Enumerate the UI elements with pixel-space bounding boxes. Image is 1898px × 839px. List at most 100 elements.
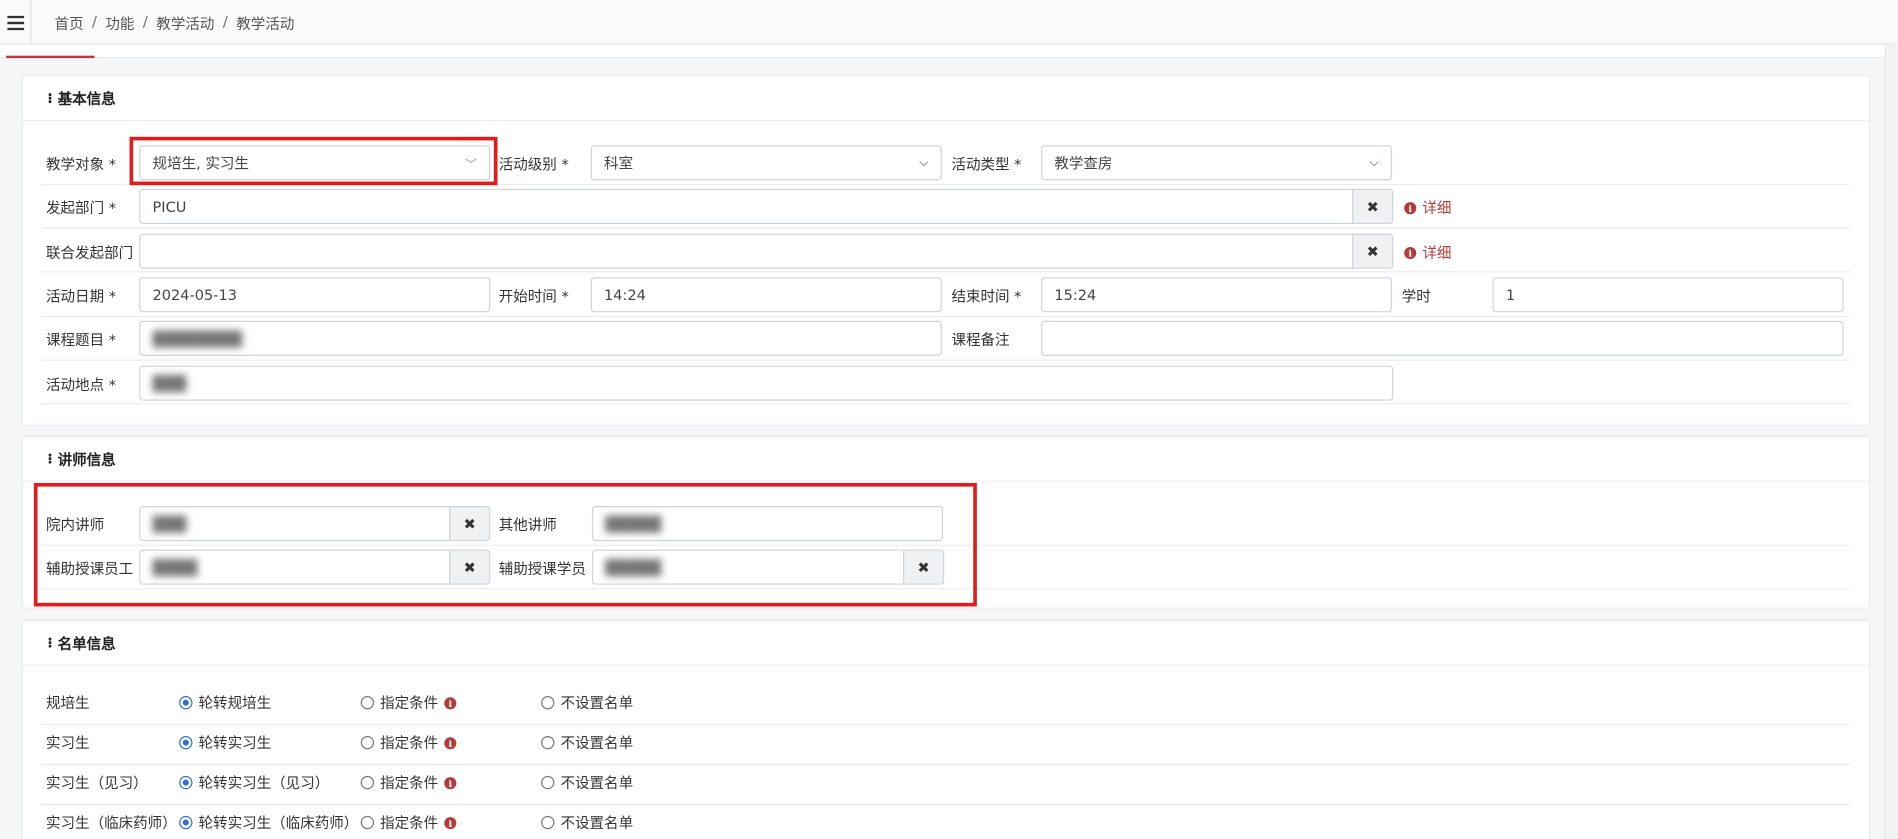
radio-unchecked-icon <box>541 735 555 750</box>
radio-unchecked-icon <box>360 815 375 830</box>
info-icon[interactable]: i <box>444 736 457 749</box>
row-divider <box>41 544 1850 546</box>
assist-student-value: █████ <box>605 558 662 576</box>
place-label: 活动地点 * <box>45 376 116 394</box>
radio-checked-icon <box>179 815 193 830</box>
other-lecturer-input[interactable]: █████ <box>591 505 943 542</box>
joint-dept-input[interactable] <box>139 233 1354 269</box>
dept-label: 发起部门 * <box>45 199 116 217</box>
chevron-down-icon: ⌵ <box>919 156 929 170</box>
other-lecturer-value: █████ <box>605 515 662 533</box>
row-divider <box>41 271 1850 273</box>
roster-rotate-label: 轮转实习生 <box>198 734 272 752</box>
roster-row-label: 实习生（见习） <box>45 774 148 792</box>
course-note-input[interactable] <box>1041 320 1844 356</box>
roster-rotate-radio[interactable]: 轮转实习生（见习） <box>179 772 329 793</box>
start-time-input[interactable]: 14:24 <box>590 277 942 313</box>
row-divider <box>41 403 1850 405</box>
assist-student-clear-button[interactable]: ✖ <box>903 549 945 585</box>
hours-input[interactable]: 1 <box>1492 277 1844 313</box>
active-tab-indicator <box>6 55 95 59</box>
roster-condition-radio[interactable]: 指定条件 i <box>360 772 457 793</box>
roster-none-radio[interactable]: 不设置名单 <box>541 812 633 833</box>
info-icon[interactable]: i <box>444 816 457 829</box>
level-select[interactable]: 科室 ⌵ <box>590 145 942 181</box>
tab-strip <box>0 44 1898 59</box>
roster-info-card: ⁝ 名单信息 <box>21 619 1871 839</box>
roster-row-label: 规培生 <box>45 694 90 712</box>
joint-dept-detail-label: 详细 <box>1422 244 1452 262</box>
teach-target-label: 教学对象 * <box>45 156 116 174</box>
menu-toggle-button[interactable] <box>0 0 32 45</box>
level-label: 活动级别 * <box>498 156 569 174</box>
assist-staff-clear-button[interactable]: ✖ <box>449 549 491 585</box>
roster-row-label: 实习生（临床药师） <box>45 814 177 832</box>
hours-label: 学时 <box>1401 288 1431 306</box>
breadcrumb-teaching[interactable]: 教学活动 <box>156 13 214 34</box>
end-time-input[interactable]: 15:24 <box>1041 277 1393 313</box>
assist-staff-label: 辅助授课员工 <box>45 560 134 578</box>
breadcrumb-current: 教学活动 <box>236 15 295 33</box>
radio-checked-icon <box>179 696 193 710</box>
info-icon: i <box>1404 246 1417 259</box>
close-icon: ✖ <box>1366 242 1379 260</box>
row-divider <box>41 588 1850 590</box>
dept-clear-button[interactable]: ✖ <box>1352 188 1394 224</box>
roster-rotate-radio[interactable]: 轮转实习生（临床药师） <box>179 812 358 833</box>
row-divider <box>41 227 1850 229</box>
roster-none-radio[interactable]: 不设置名单 <box>541 692 633 713</box>
level-value: 科室 <box>604 154 634 172</box>
radio-unchecked-icon <box>360 775 375 790</box>
close-icon: ✖ <box>463 558 476 576</box>
close-icon: ✖ <box>917 558 930 576</box>
info-icon[interactable]: i <box>444 696 457 709</box>
roster-rotate-label: 轮转实习生（见习） <box>198 774 330 792</box>
basic-info-header: ⁝ 基本信息 <box>22 76 1870 122</box>
inner-lecturer-input[interactable]: ███ <box>139 505 451 542</box>
lecturer-info-title: 讲师信息 <box>57 450 116 468</box>
joint-dept-label: 联合发起部门 <box>45 244 134 262</box>
roster-none-radio[interactable]: 不设置名单 <box>541 772 633 793</box>
row-divider <box>41 183 1850 186</box>
joint-dept-detail-link[interactable]: i 详细 <box>1404 242 1451 263</box>
course-label: 课程题目 * <box>45 331 116 349</box>
breadcrumb-function[interactable]: 功能 <box>105 13 134 34</box>
place-input[interactable]: ███ <box>139 365 1394 401</box>
roster-rotate-label: 轮转规培生 <box>198 694 272 712</box>
inner-lecturer-label: 院内讲师 <box>45 516 105 534</box>
roster-rotate-radio[interactable]: 轮转规培生 <box>179 692 271 713</box>
row-divider <box>41 803 1850 805</box>
roster-condition-radio[interactable]: 指定条件 i <box>360 732 457 753</box>
dept-detail-link[interactable]: i 详细 <box>1404 197 1451 218</box>
roster-rotate-radio[interactable]: 轮转实习生 <box>179 732 271 753</box>
roster-none-radio[interactable]: 不设置名单 <box>541 732 633 753</box>
assist-staff-input[interactable]: ████ <box>139 549 451 585</box>
scrollbar[interactable] <box>1884 44 1898 839</box>
radio-unchecked-icon <box>541 696 555 710</box>
date-input[interactable]: 2024-05-13 <box>139 277 491 313</box>
roster-condition-label: 指定条件 <box>380 814 439 832</box>
type-select[interactable]: 教学查房 ⌵ <box>1041 145 1393 181</box>
course-input[interactable]: ████████ <box>139 320 942 356</box>
assist-student-input[interactable]: █████ <box>591 549 905 585</box>
info-icon[interactable]: i <box>444 776 457 789</box>
section-marker-icon: ⁝ <box>47 89 53 107</box>
row-divider <box>41 763 1850 766</box>
inner-lecturer-clear-button[interactable]: ✖ <box>449 505 491 542</box>
teach-target-select[interactable]: 规培生, 实习生 ﹀ <box>139 145 491 181</box>
breadcrumb-separator: / <box>222 13 228 31</box>
roster-row-label: 实习生 <box>45 734 90 752</box>
dept-input[interactable]: PICU <box>139 188 1354 224</box>
roster-none-label: 不设置名单 <box>560 774 634 792</box>
section-marker-icon: ⁝ <box>47 634 53 652</box>
breadcrumb-home[interactable]: 首页 <box>54 13 83 34</box>
radio-unchecked-icon <box>360 696 375 710</box>
roster-none-label: 不设置名单 <box>560 734 634 752</box>
roster-condition-radio[interactable]: 指定条件 i <box>360 692 457 713</box>
roster-condition-radio[interactable]: 指定条件 i <box>360 812 457 833</box>
place-value: ███ <box>152 374 187 392</box>
roster-none-label: 不设置名单 <box>560 694 634 712</box>
radio-checked-icon <box>179 775 193 790</box>
roster-none-label: 不设置名单 <box>560 814 634 832</box>
joint-dept-clear-button[interactable]: ✖ <box>1352 233 1394 269</box>
